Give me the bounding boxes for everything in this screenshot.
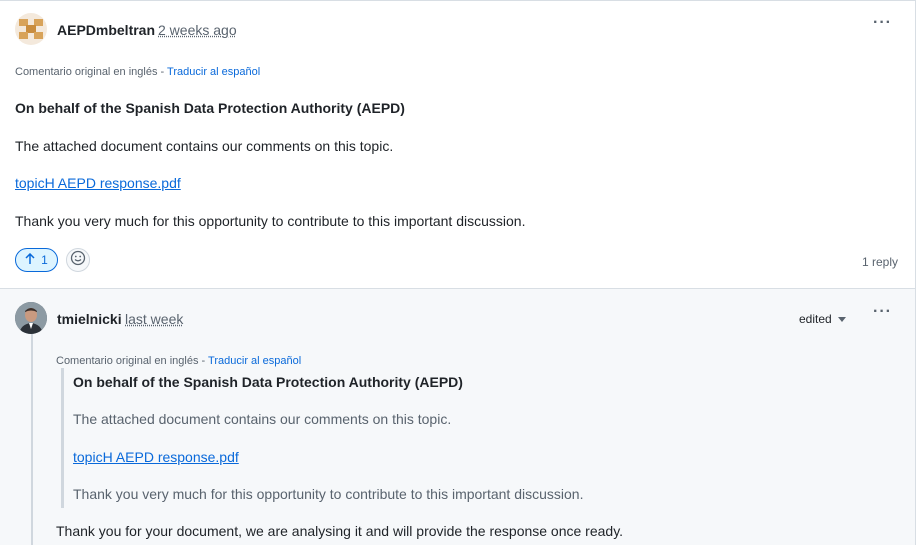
translation-note-text: Comentario original en inglés - [15,66,168,78]
upvote-reaction-button[interactable]: 1 [15,248,58,272]
reply-body: Thank you for your document, we are anal… [56,523,624,539]
quote-paragraph: The attached document contains our comme… [73,411,452,427]
reply-count[interactable]: 1 reply [862,255,898,269]
reply-more-options-icon[interactable]: ··· [873,303,892,321]
caret-down-icon [837,312,846,326]
quote-bar [61,368,64,508]
comment-heading: On behalf of the Spanish Data Protection… [15,100,405,116]
original-comment: AEPDmbeltran 2 weeks ago ··· Comentario … [0,0,916,288]
comment-more-options-icon[interactable]: ··· [873,14,892,32]
smiley-icon [70,250,86,271]
arrow-up-icon [25,252,35,268]
comment-timestamp[interactable]: 2 weeks ago [158,22,237,38]
avatar[interactable] [15,302,47,334]
translate-link[interactable]: Traducir al español [208,355,301,367]
attachment-link[interactable]: topicH AEPD response.pdf [15,175,181,191]
comment-body-paragraph: The attached document contains our comme… [15,138,394,154]
comment-body-paragraph: Thank you very much for this opportunity… [15,213,526,229]
reply-timestamp[interactable]: last week [125,311,183,327]
quote-heading: On behalf of the Spanish Data Protection… [73,374,463,390]
edited-label: edited [799,312,832,326]
edited-history-dropdown[interactable]: edited [799,312,846,326]
thread-line [31,334,33,545]
translation-note: Comentario original en inglés - Traducir… [56,355,301,367]
quote-paragraph: Thank you very much for this opportunity… [73,486,584,502]
translate-link[interactable]: Traducir al español [167,66,260,78]
avatar[interactable] [15,13,47,45]
translation-note: Comentario original en inglés - Traducir… [15,66,260,78]
reply-author[interactable]: tmielnicki [57,311,122,327]
translation-note-text: Comentario original en inglés - [56,355,209,367]
quote-attachment-link[interactable]: topicH AEPD response.pdf [73,449,239,465]
upvote-count: 1 [41,253,48,267]
comment-author[interactable]: AEPDmbeltran [57,22,155,38]
add-reaction-button[interactable] [66,248,90,272]
